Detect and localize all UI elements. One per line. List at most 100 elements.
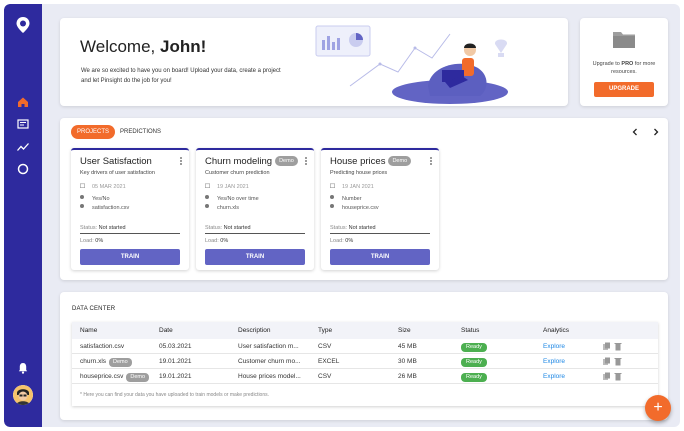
- project-card[interactable]: Churn modeling Demo Customer churn predic…: [196, 148, 314, 270]
- data-center-title: DATA CENTER: [72, 306, 116, 312]
- project-card[interactable]: User Satisfaction Key drivers of user sa…: [71, 148, 189, 270]
- project-subtitle: Predicting house prices: [330, 170, 388, 176]
- copy-icon[interactable]: [603, 357, 610, 366]
- project-subtitle: Key drivers of user satisfaction: [80, 170, 155, 176]
- project-target: Number: [330, 195, 362, 202]
- train-button[interactable]: TRAIN: [330, 249, 430, 265]
- project-load: Load: 0%: [330, 238, 354, 244]
- project-load: Load: 0%: [205, 238, 229, 244]
- delete-icon[interactable]: [614, 373, 622, 381]
- explore-link[interactable]: Explore: [543, 358, 565, 365]
- delete-icon[interactable]: [614, 343, 622, 351]
- column-header[interactable]: Status: [461, 327, 479, 334]
- file-date: 05.03.2021: [159, 343, 192, 350]
- column-header[interactable]: Date: [159, 327, 173, 334]
- column-header[interactable]: Name: [80, 327, 97, 334]
- project-status: Status: Not started: [205, 225, 251, 231]
- status-badge: Ready: [461, 373, 487, 382]
- bell-icon[interactable]: [16, 361, 30, 375]
- explore-link[interactable]: Explore: [543, 373, 565, 380]
- project-date: 05 MAR 2021: [80, 183, 126, 190]
- file-date: 19.01.2021: [159, 373, 192, 380]
- upgrade-card: Upgrade to PRO for more resources. UPGRA…: [580, 18, 668, 106]
- file-size: 26 MB: [398, 373, 417, 380]
- file-name: satisfaction.csv: [80, 343, 125, 350]
- document-icon[interactable]: [16, 117, 30, 131]
- more-vert-icon[interactable]: [303, 156, 309, 166]
- train-button[interactable]: TRAIN: [80, 249, 180, 265]
- bullet-icon: [80, 204, 84, 208]
- tab-predictions[interactable]: PREDICTIONS: [114, 125, 167, 139]
- demo-badge: Demo: [109, 358, 132, 367]
- project-file: churn.xls: [205, 204, 239, 211]
- logo-icon[interactable]: [15, 16, 31, 34]
- upgrade-text: Upgrade to PRO for more resources.: [592, 61, 656, 75]
- column-header[interactable]: Analytics: [543, 327, 569, 334]
- project-target: Yes/No over time: [205, 195, 259, 202]
- add-fab-button[interactable]: +: [645, 395, 671, 421]
- row-actions: [603, 357, 622, 366]
- copy-icon[interactable]: [603, 372, 610, 381]
- table-row[interactable]: churn.xls Demo 19.01.2021 Customer churn …: [72, 354, 658, 369]
- file-description: User satisfaction m...: [238, 343, 299, 350]
- file-size: 30 MB: [398, 358, 417, 365]
- projects-panel: PROJECTS PREDICTIONS User Satisfaction K…: [60, 118, 668, 280]
- project-status: Status: Not started: [330, 225, 376, 231]
- app-frame: Welcome, John! We are so excited to have…: [4, 4, 680, 427]
- project-file: houseprice.csv: [330, 204, 379, 211]
- folder-icon: [613, 32, 635, 48]
- file-description: Customer churn mo...: [238, 358, 301, 365]
- row-actions: [603, 372, 622, 381]
- file-date: 19.01.2021: [159, 358, 192, 365]
- project-status: Status: Not started: [80, 225, 126, 231]
- project-date: 19 JAN 2021: [205, 183, 249, 190]
- table-header: Name Date Description Type Size Status A…: [72, 322, 658, 339]
- status-cell: Ready: [461, 373, 487, 382]
- status-badge: Ready: [461, 343, 487, 352]
- sidebar: [4, 4, 42, 427]
- calendar-icon: [330, 183, 336, 189]
- copy-icon[interactable]: [603, 342, 610, 351]
- column-header[interactable]: Size: [398, 327, 411, 334]
- divider: [80, 233, 180, 234]
- status-badge: Ready: [461, 358, 487, 367]
- more-vert-icon[interactable]: [428, 156, 434, 166]
- delete-icon[interactable]: [614, 358, 622, 366]
- bullet-icon: [330, 204, 334, 208]
- project-title: User Satisfaction: [80, 156, 152, 167]
- chevron-right-icon[interactable]: [651, 127, 661, 137]
- status-cell: Ready: [461, 343, 487, 352]
- circle-icon[interactable]: [16, 162, 30, 176]
- home-icon[interactable]: [16, 95, 30, 109]
- demo-badge: Demo: [388, 156, 412, 166]
- project-subtitle: Customer churn prediction: [205, 170, 270, 176]
- file-size: 45 MB: [398, 343, 417, 350]
- table-row[interactable]: houseprice.csv Demo 19.01.2021 House pric…: [72, 369, 658, 384]
- table-note: * Here you can find your data you have u…: [80, 392, 269, 398]
- status-cell: Ready: [461, 358, 487, 367]
- bullet-icon: [205, 204, 209, 208]
- row-actions: [603, 342, 622, 351]
- file-name: churn.xls Demo: [80, 358, 132, 367]
- project-file: satisfaction.csv: [80, 204, 129, 211]
- train-button[interactable]: TRAIN: [205, 249, 305, 265]
- upgrade-button[interactable]: UPGRADE: [594, 82, 654, 97]
- data-table: Name Date Description Type Size Status A…: [72, 322, 658, 406]
- column-header[interactable]: Type: [318, 327, 332, 334]
- calendar-icon: [205, 183, 211, 189]
- avatar[interactable]: [13, 385, 33, 405]
- data-center-panel: DATA CENTER Name Date Description Type S…: [60, 292, 668, 420]
- project-card[interactable]: House prices Demo Predicting house prices…: [321, 148, 439, 270]
- more-vert-icon[interactable]: [178, 156, 184, 166]
- chart-line-icon[interactable]: [16, 140, 30, 154]
- explore-link[interactable]: Explore: [543, 343, 565, 350]
- table-row[interactable]: satisfaction.csv 05.03.2021 User satisfa…: [72, 339, 658, 354]
- welcome-heading: Welcome, John!: [80, 37, 207, 56]
- welcome-card: Welcome, John! We are so excited to have…: [60, 18, 568, 106]
- demo-badge: Demo: [126, 373, 150, 382]
- chevron-left-icon[interactable]: [630, 127, 640, 137]
- tab-projects[interactable]: PROJECTS: [71, 125, 116, 139]
- column-header[interactable]: Description: [238, 327, 271, 334]
- project-date: 19 JAN 2021: [330, 183, 374, 190]
- bullet-icon: [330, 195, 334, 199]
